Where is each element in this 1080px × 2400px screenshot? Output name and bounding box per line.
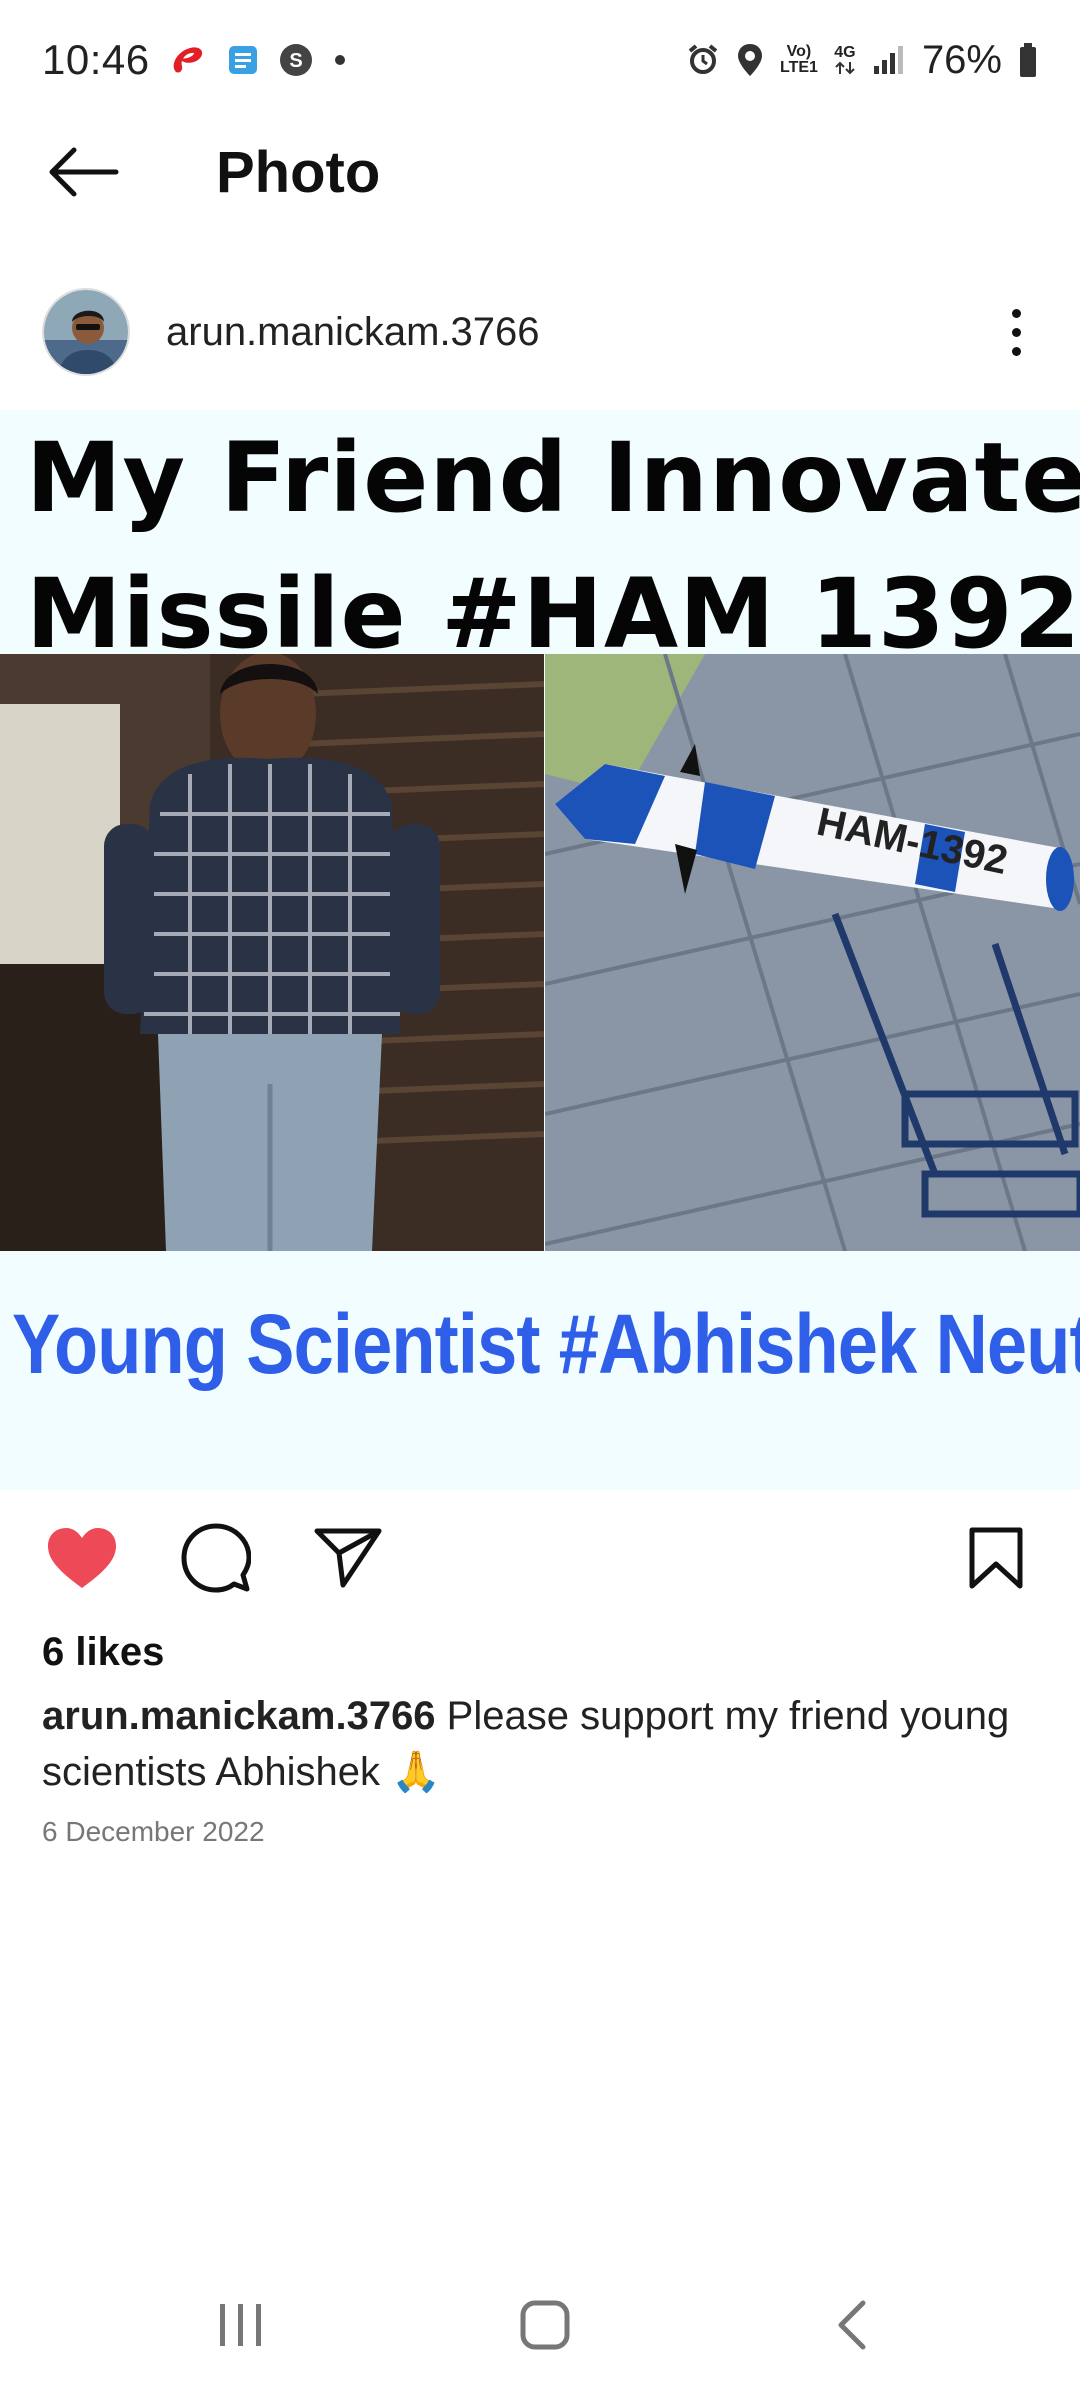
signal-icon [872,44,906,76]
4g-icon: 4G [834,45,856,75]
app-bar: Photo [0,120,1080,224]
image-caption: Young Scientist #Abhishek Neutral Ultra [12,1297,1080,1391]
home-button[interactable] [500,2280,590,2370]
recent-apps-button[interactable] [196,2280,286,2370]
image-headline-line-1: My Friend Innovate [26,422,1080,534]
person-photo [0,654,544,1251]
image-headline: My Friend Innovate Missile #HAM 1392 [26,410,1080,682]
alarm-icon [686,43,720,77]
save-button[interactable] [958,1520,1034,1596]
battery-percentage: 76% [921,37,1002,82]
recent-apps-icon [220,2304,261,2346]
back-chevron-icon [838,2300,866,2350]
airtel-icon [168,42,208,78]
share-button[interactable] [310,1520,386,1596]
username[interactable]: arun.manickam.3766 [166,310,540,355]
post-date: 6 December 2022 [42,1816,265,1847]
post-image[interactable]: My Friend Innovate Missile #HAM 1392 HAM… [0,410,1080,1490]
avatar[interactable] [42,288,130,376]
page-title: Photo [216,139,381,205]
dot-icon [332,52,348,68]
post-actions [0,1520,1080,1600]
send-icon [314,1528,382,1588]
heart-icon [48,1528,116,1588]
status-bar: 10:46 S Vo) LTE1 4G 76% [0,0,1080,120]
system-nav-bar [0,2250,1080,2400]
home-icon [520,2300,570,2350]
more-dot [1011,327,1021,337]
caption-username[interactable]: arun.manickam.3766 [42,1694,436,1738]
missile-photo: HAM-1392 [545,654,1080,1251]
bookmark-icon [969,1527,1023,1589]
more-options-button[interactable] [996,292,1036,372]
post-header: arun.manickam.3766 [0,284,1080,380]
likes-count[interactable]: 6 likes [42,1630,164,1675]
comment-button[interactable] [178,1520,254,1596]
post-caption: arun.manickam.3766 Please support my fri… [42,1688,1042,1800]
more-dots-icon [1011,308,1021,318]
s-app-icon: S [278,42,314,78]
svg-text:S: S [289,50,302,72]
more-dot [1011,346,1021,356]
comment-icon [181,1523,251,1593]
back-arrow-icon [49,147,119,197]
back-button[interactable] [44,140,124,204]
back-nav-button[interactable] [806,2280,896,2370]
volte-icon: Vo) LTE1 [780,43,818,76]
notes-icon [226,43,260,77]
location-icon [736,42,764,78]
status-time: 10:46 [42,36,150,83]
battery-icon [1018,42,1038,78]
like-button[interactable] [44,1520,120,1596]
